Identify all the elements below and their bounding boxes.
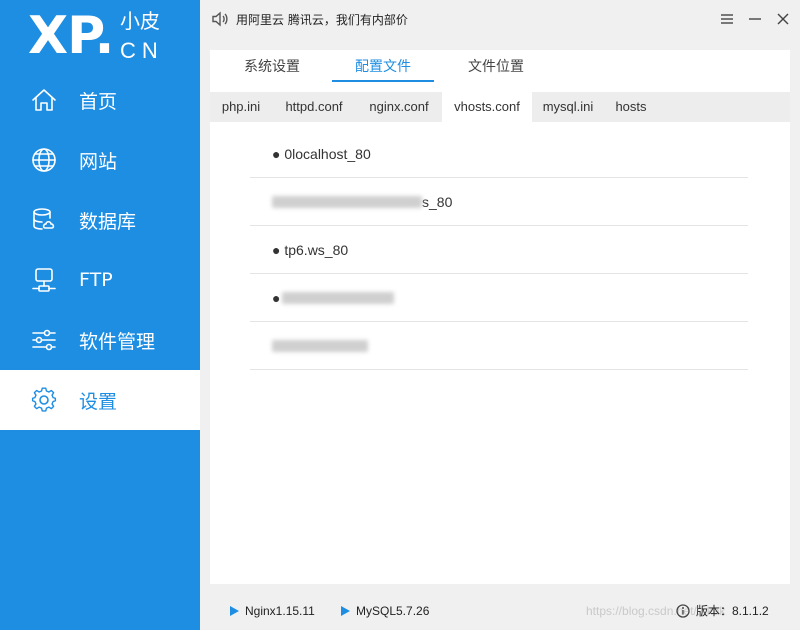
- sidebar-item-ftp[interactable]: FTP: [0, 250, 200, 310]
- file-tab-php-ini[interactable]: php.ini: [210, 92, 272, 122]
- vhost-list: ● 0localhost_80 s_80 ● tp6.ws_80 ●: [250, 130, 748, 370]
- sidebar: XP. 小皮 CN 首页 网站 数据库 FTP 软件管理 设置: [0, 0, 200, 630]
- title-bar: 用阿里云 腾讯云，我们有内部价: [200, 0, 800, 38]
- file-tab-vhosts-conf[interactable]: vhosts.conf: [442, 92, 532, 122]
- list-item[interactable]: ● 0localhost_80: [250, 130, 748, 178]
- list-item[interactable]: [250, 322, 748, 370]
- nginx-version: Nginx1.15.11: [245, 604, 315, 618]
- sidebar-item-label: 数据库: [79, 210, 137, 233]
- play-icon: [341, 606, 350, 616]
- config-file-tabs: php.ini httpd.conf nginx.conf vhosts.con…: [210, 92, 790, 122]
- redacted-text: [272, 195, 422, 208]
- vhost-name: ● tp6.ws_80: [272, 241, 349, 258]
- app-logo: XP. 小皮 CN: [28, 6, 200, 70]
- database-icon: [28, 204, 60, 236]
- sidebar-item-software[interactable]: 软件管理: [0, 310, 200, 370]
- gear-icon: [28, 384, 60, 416]
- file-tab-hosts[interactable]: hosts: [604, 92, 658, 122]
- logo-cn: CN: [120, 38, 164, 63]
- sidebar-item-database[interactable]: 数据库: [0, 190, 200, 250]
- vhost-name: s_80: [422, 193, 453, 210]
- list-item[interactable]: s_80: [250, 178, 748, 226]
- redacted-text: [272, 339, 368, 352]
- sidebar-item-label: 软件管理: [79, 330, 156, 353]
- home-icon: [28, 84, 60, 116]
- file-tab-mysql-ini[interactable]: mysql.ini: [532, 92, 604, 122]
- info-icon: [676, 603, 690, 618]
- sidebar-item-label: 设置: [79, 390, 118, 413]
- settings-tabs: 系统设置 配置文件 文件位置: [210, 50, 790, 82]
- redacted-text: [282, 291, 395, 304]
- sidebar-item-label: 网站: [79, 150, 118, 173]
- sidebar-nav: 首页 网站 数据库 FTP 软件管理 设置: [0, 70, 200, 430]
- sidebar-item-settings[interactable]: 设置: [0, 370, 200, 430]
- tab-file-location[interactable]: 文件位置: [464, 56, 528, 82]
- version-text: 版本：8.1.1.2: [696, 604, 769, 618]
- close-icon[interactable]: [772, 8, 794, 30]
- mysql-service[interactable]: MySQL5.7.26: [341, 604, 429, 618]
- app-version[interactable]: 版本：8.1.1.2: [676, 602, 769, 619]
- play-icon: [230, 606, 239, 616]
- settings-panel: 系统设置 配置文件 文件位置 php.ini httpd.conf nginx.…: [210, 50, 790, 584]
- promo-notice[interactable]: 用阿里云 腾讯云，我们有内部价: [236, 11, 408, 28]
- speaker-icon: [210, 9, 230, 29]
- tab-config-files[interactable]: 配置文件: [332, 56, 434, 82]
- globe-icon: [28, 144, 60, 176]
- list-item[interactable]: ●: [250, 274, 748, 322]
- logo-xp: XP.: [28, 6, 114, 66]
- file-tab-httpd-conf[interactable]: httpd.conf: [272, 92, 356, 122]
- sliders-icon: [28, 324, 60, 356]
- logo-xiaopi: 小皮: [120, 11, 160, 33]
- status-bar: Nginx1.15.11 MySQL5.7.26 https://blog.cs…: [200, 592, 800, 630]
- file-tab-nginx-conf[interactable]: nginx.conf: [356, 92, 442, 122]
- sidebar-item-home[interactable]: 首页: [0, 70, 200, 130]
- sidebar-item-website[interactable]: 网站: [0, 130, 200, 190]
- sidebar-item-label: 首页: [79, 90, 118, 113]
- tab-system-settings[interactable]: 系统设置: [240, 56, 304, 82]
- ftp-icon: [28, 264, 60, 296]
- vhost-name: ● 0localhost_80: [272, 145, 371, 162]
- sidebar-item-label: FTP: [79, 269, 113, 291]
- vhost-name: ●: [272, 289, 281, 306]
- list-item[interactable]: ● tp6.ws_80: [250, 226, 748, 274]
- mysql-version: MySQL5.7.26: [356, 604, 430, 618]
- minimize-icon[interactable]: [744, 8, 766, 30]
- nginx-service[interactable]: Nginx1.15.11: [230, 604, 315, 618]
- menu-icon[interactable]: [716, 8, 738, 30]
